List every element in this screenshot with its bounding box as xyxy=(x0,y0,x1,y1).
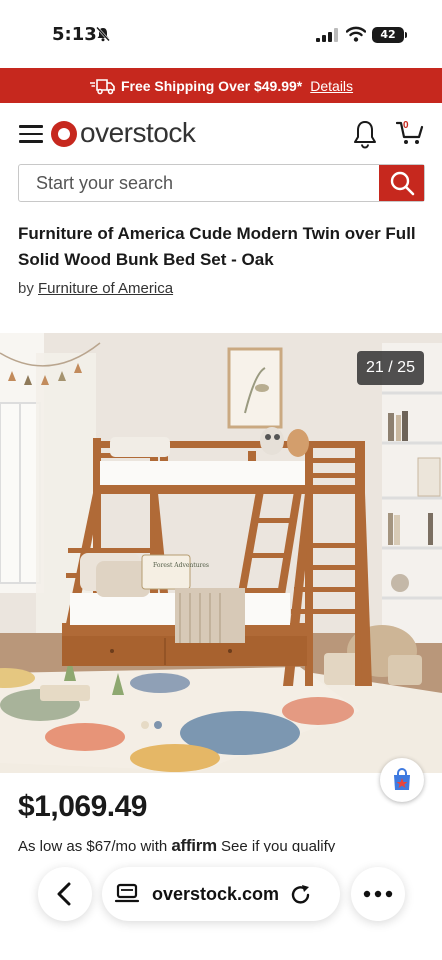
brand-link[interactable]: Furniture of America xyxy=(38,280,173,297)
product-title: Furniture of America Cude Modern Twin ov… xyxy=(18,224,416,269)
byline-prefix: by xyxy=(18,280,34,297)
menu-icon[interactable] xyxy=(19,125,43,143)
status-time: 5:13 xyxy=(52,24,97,45)
bell-icon[interactable] xyxy=(352,119,378,149)
book-text: Forest Adventures xyxy=(153,562,209,569)
product-image[interactable]: Forest Adventures xyxy=(0,333,442,773)
back-button[interactable] xyxy=(38,867,92,921)
more-button[interactable] xyxy=(351,867,405,921)
address-bar[interactable]: overstock.com xyxy=(102,867,340,921)
logo-text[interactable]: overstock xyxy=(80,117,196,149)
wifi-icon xyxy=(346,26,366,42)
logo-mark[interactable] xyxy=(51,121,77,147)
promo-text: Free Shipping Over $49.99* xyxy=(120,77,303,94)
tabs-icon[interactable] xyxy=(114,882,140,906)
search-button[interactable] xyxy=(379,165,424,201)
battery-tip xyxy=(405,32,407,38)
image-counter: 21 / 25 xyxy=(357,351,424,385)
reload-icon[interactable] xyxy=(289,882,313,906)
search-bar xyxy=(18,164,425,202)
bell-slash-icon xyxy=(96,26,110,42)
more-icon xyxy=(363,890,393,898)
promo-details-link[interactable]: Details xyxy=(310,78,353,94)
promo-banner[interactable]: Free Shipping Over $49.99* Details xyxy=(0,68,442,103)
shopping-bag-icon xyxy=(394,768,410,790)
bunk-bed-photo: Forest Adventures xyxy=(0,333,442,773)
product-byline: by Furniture of America xyxy=(18,280,173,297)
product-price: $1,069.49 xyxy=(18,790,147,823)
battery-icon: 42 xyxy=(372,27,404,43)
cart-count: 0 xyxy=(403,120,409,131)
search-icon xyxy=(390,171,414,196)
url-text[interactable]: overstock.com xyxy=(152,884,279,905)
search-input[interactable] xyxy=(19,165,379,201)
truck-icon xyxy=(89,78,115,94)
status-bar: 5:13 42 xyxy=(0,0,442,68)
cart-icon[interactable] xyxy=(396,119,424,147)
shopping-extension-button[interactable] xyxy=(380,758,424,802)
signal-icon xyxy=(316,28,338,42)
site-header: overstock 0 xyxy=(0,103,442,161)
back-icon xyxy=(57,882,71,906)
